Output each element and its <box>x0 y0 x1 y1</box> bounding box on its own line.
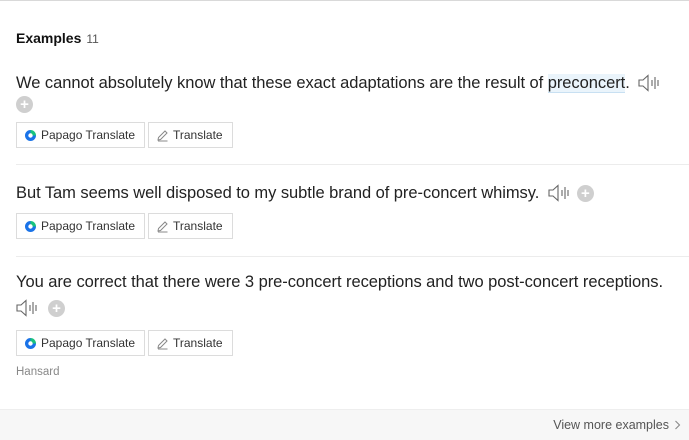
example-item-2: But Tam seems well disposed to my subtle… <box>16 182 689 239</box>
pencil-icon <box>157 129 168 141</box>
example-sentence: But Tam seems well disposed to my subtle… <box>16 182 689 204</box>
speaker-icon[interactable] <box>548 184 571 202</box>
translate-buttons: Papago Translate Translate <box>16 213 233 239</box>
papago-translate-button[interactable]: Papago Translate <box>16 122 145 148</box>
examples-title: Examples <box>16 30 82 46</box>
papago-translate-label: Papago Translate <box>41 336 136 350</box>
examples-count: 11 <box>86 32 99 46</box>
view-more-examples-link[interactable]: View more examples <box>553 418 681 432</box>
translate-label: Translate <box>173 128 223 142</box>
translate-label: Translate <box>173 336 223 350</box>
translate-button[interactable]: Translate <box>148 330 233 356</box>
add-to-wordbook-plus-icon[interactable]: + <box>16 96 33 113</box>
papago-translate-button[interactable]: Papago Translate <box>16 330 145 356</box>
add-to-wordbook-plus-icon[interactable]: + <box>48 299 65 317</box>
translate-button[interactable]: Translate <box>148 213 233 239</box>
translate-buttons: Papago Translate Translate <box>16 330 233 356</box>
example-item-1: We cannot absolutely know that these exa… <box>16 72 689 148</box>
papago-translate-label: Papago Translate <box>41 128 136 142</box>
pencil-icon <box>157 220 168 232</box>
highlighted-term[interactable]: preconcert <box>547 74 625 93</box>
sentence-text: But Tam seems well disposed to my subtle… <box>16 184 540 202</box>
view-more-label: View more examples <box>553 418 669 432</box>
pencil-icon <box>157 337 168 349</box>
add-to-wordbook-plus-icon[interactable]: + <box>576 184 594 202</box>
translate-button[interactable]: Translate <box>148 122 233 148</box>
top-border <box>0 0 689 1</box>
example-source: Hansard <box>16 366 60 378</box>
papago-logo-icon <box>25 220 36 232</box>
sentence-text-end: . <box>625 74 630 92</box>
translate-label: Translate <box>173 219 223 233</box>
examples-header: Examples 11 <box>16 30 99 46</box>
divider <box>16 256 689 257</box>
example-sentence: You are correct that there were 3 pre-co… <box>16 271 689 293</box>
papago-logo-icon <box>25 129 36 141</box>
translate-buttons: Papago Translate Translate <box>16 122 233 148</box>
papago-translate-label: Papago Translate <box>41 219 136 233</box>
chevron-right-icon <box>675 420 681 430</box>
papago-translate-button[interactable]: Papago Translate <box>16 213 145 239</box>
divider <box>16 164 689 165</box>
examples-footer: View more examples <box>0 409 689 440</box>
speaker-icon[interactable] <box>16 299 39 317</box>
example-sentence: We cannot absolutely know that these exa… <box>16 72 689 94</box>
sentence-text: You are correct that there were 3 pre-co… <box>16 273 664 291</box>
speaker-icon[interactable] <box>638 74 661 92</box>
example-item-3: You are correct that there were 3 pre-co… <box>16 271 689 356</box>
sentence-text: We cannot absolutely know that these exa… <box>16 74 548 92</box>
papago-logo-icon <box>25 337 36 349</box>
